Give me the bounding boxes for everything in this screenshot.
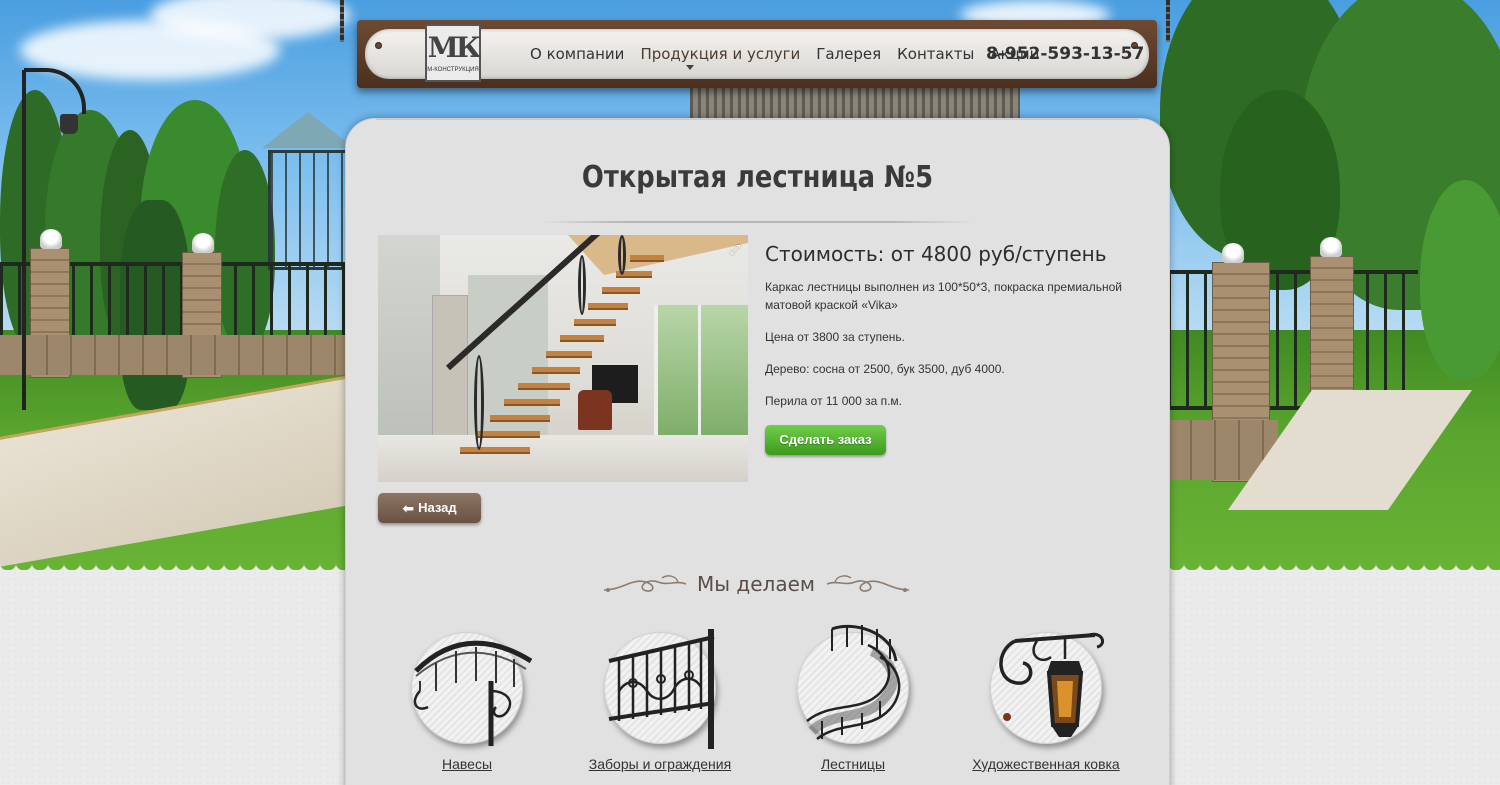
chain-left	[340, 0, 344, 42]
lantern-icon[interactable]	[990, 632, 1105, 744]
nav-item-contacts[interactable]: Контакты	[889, 42, 982, 66]
description-frame: Каркас лестницы выполнен из 100*50*3, по…	[765, 280, 1122, 312]
fence-icon[interactable]	[604, 629, 716, 749]
page-title: Открытая лестница №5	[581, 160, 934, 195]
description-railing: Перила от 11 000 за п.м.	[765, 394, 902, 408]
service-fences[interactable]: Заборы и ограждения	[560, 620, 760, 772]
service-label-fences[interactable]: Заборы и ограждения	[560, 756, 760, 772]
flourish-right-icon	[826, 575, 910, 592]
service-label-art-forging[interactable]: Художественная ковка	[946, 756, 1146, 772]
fence-right	[1168, 270, 1418, 410]
title-divider	[540, 221, 975, 223]
logo[interactable]: МК М-КОНСТРУКЦИЯ	[425, 24, 481, 82]
order-button[interactable]: Сделать заказ	[765, 425, 886, 455]
dropdown-caret-icon	[686, 65, 694, 70]
description-step-price: Цена от 3800 за ступень.	[765, 330, 905, 344]
nav-item-products[interactable]: Продукция и услуги	[632, 42, 808, 66]
staircase-icon[interactable]	[797, 624, 909, 744]
service-art-forging[interactable]: Художественная ковка	[946, 620, 1146, 772]
nav-item-gallery[interactable]: Галерея	[808, 42, 889, 66]
chain-right	[1166, 0, 1170, 42]
service-stairs[interactable]: Лестницы	[753, 620, 953, 772]
logo-mark: МК	[427, 31, 481, 64]
phone-number[interactable]: 8-952-593-13-57	[986, 42, 1144, 66]
street-lamp	[22, 70, 26, 410]
nav-item-about[interactable]: О компании	[522, 42, 632, 66]
back-button[interactable]: ⬅ Назад	[378, 493, 481, 523]
main-nav: О компании Продукция и услуги Галерея Ко…	[522, 42, 1047, 66]
service-label-canopies[interactable]: Навесы	[367, 756, 567, 772]
gazebo	[268, 150, 348, 270]
back-button-label: Назад	[418, 500, 457, 515]
service-canopies[interactable]: Навесы	[367, 620, 567, 772]
product-price: Стоимость: от 4800 руб/ступень	[765, 242, 1107, 266]
expand-icon[interactable]: ⤢	[728, 243, 742, 257]
canopy-icon[interactable]	[411, 632, 533, 746]
service-label-stairs[interactable]: Лестницы	[753, 756, 953, 772]
reply-arrow-icon: ⬅	[402, 500, 415, 516]
product-photo[interactable]	[378, 235, 748, 482]
description-wood: Дерево: сосна от 2500, бук 3500, дуб 400…	[765, 362, 1005, 376]
logo-subtext: М-КОНСТРУКЦИЯ	[427, 67, 479, 73]
